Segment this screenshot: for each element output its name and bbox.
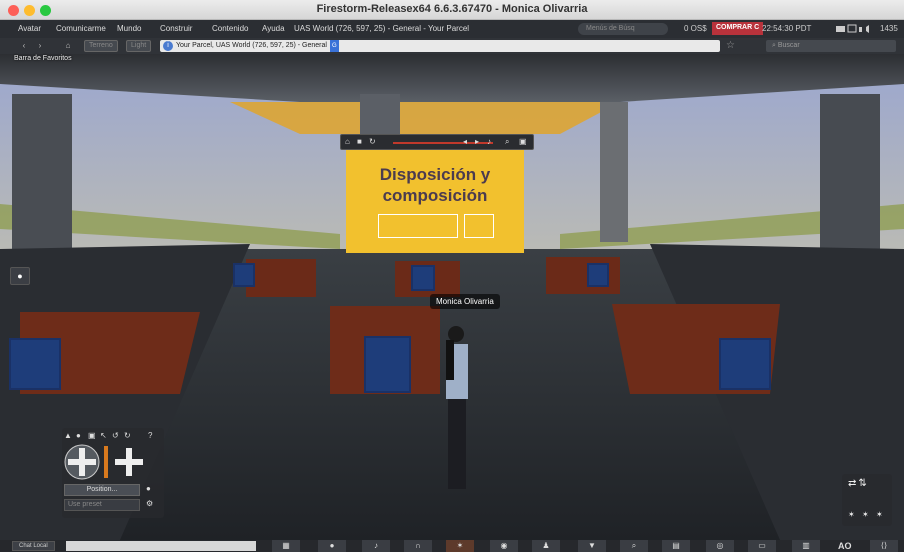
person-icon[interactable]: ● <box>76 431 81 440</box>
lights-toggle[interactable]: Light <box>126 40 152 52</box>
stop-icon[interactable]: ■ <box>357 137 362 146</box>
fly-icon[interactable]: ✶ <box>876 510 883 519</box>
play-icon[interactable]: ▸ <box>475 137 479 146</box>
avatar-name-tag: Monica Olivarria <box>430 294 500 309</box>
toolbar-search-icon[interactable]: ⌕ <box>620 540 648 552</box>
bottom-toolbar: Chat Local ▦ ● ♪ ∩ ✶ ◉ ♟ ▼ ⌕ ▤ ◎ ▭ ▥ AO … <box>0 540 904 552</box>
presentation-slide[interactable]: Disposición y composición <box>346 150 524 253</box>
viewer-window: Firestorm-Releasex64 6.6.3.67470 - Monic… <box>0 0 904 552</box>
search-placeholder: Buscar <box>777 42 800 49</box>
toolbar-radar-icon[interactable]: ◎ <box>706 540 734 552</box>
toolbar-map-icon[interactable]: ▤ <box>662 540 690 552</box>
camera-controls-panel: ▲ ● ▣ ↖ ↺ ↻ ? Position... ● Use preset ⚙ <box>62 428 164 518</box>
chat-local-button[interactable]: Chat Local <box>12 541 55 551</box>
back-icon[interactable]: ◂ <box>463 137 467 146</box>
buy-currency-button[interactable]: COMPRAR C <box>712 22 764 35</box>
fullscreen-icon[interactable]: ▣ <box>519 137 527 146</box>
reload-icon[interactable]: ↻ <box>369 137 376 146</box>
menu-comunicarme[interactable]: Comunicarme <box>56 24 106 33</box>
toolbar-inventory-icon[interactable]: ▥ <box>792 540 820 552</box>
balance-text: 0 OS$ <box>684 24 707 33</box>
menu-mundo[interactable]: Mundo <box>117 24 141 33</box>
navigation-bar: ‹ › ⌂ Terreno Light i Your Parcel, UAS W… <box>0 38 904 54</box>
toolbar-headset-icon[interactable]: ∩ <box>404 540 432 552</box>
volume-icon[interactable]: ♪ <box>487 137 491 146</box>
address-bar[interactable]: i Your Parcel, UAS World (726, 597, 25) … <box>160 40 720 52</box>
title-bar: Firestorm-Releasex64 6.6.3.67470 - Monic… <box>0 0 904 20</box>
movement-arrows-icon[interactable]: ⇄⇅ <box>848 478 869 489</box>
help-icon[interactable]: ? <box>148 431 152 440</box>
toolbar-move-icon[interactable]: ✶ <box>446 540 474 552</box>
menu-bar: Avatar Comunicarme Mundo Construir Conte… <box>0 20 904 38</box>
slide-box <box>378 214 458 238</box>
home-icon[interactable]: ⌂ <box>345 137 350 146</box>
view-mode-icon[interactable]: ▲ <box>64 431 72 440</box>
toolbar-view-icon[interactable]: ◉ <box>490 540 518 552</box>
info-icon[interactable]: i <box>163 41 173 51</box>
toolbar-voice-icon[interactable]: ♪ <box>362 540 390 552</box>
camera-joystick-icons[interactable] <box>64 442 156 482</box>
gear-icon[interactable]: ⚙ <box>146 499 153 508</box>
clock-text: 22:54:30 PDT <box>762 24 812 33</box>
slide-title: Disposición y composición <box>379 165 491 205</box>
slide-box <box>464 214 494 238</box>
camera-mode-icon[interactable]: ▣ <box>88 431 96 440</box>
toolbar-people-icon[interactable]: ♟ <box>532 540 560 552</box>
zoom-icon[interactable]: ⌕ <box>505 137 509 147</box>
location-pin-icon[interactable]: ● <box>146 484 151 493</box>
walk-icon[interactable]: ✶ <box>848 510 855 519</box>
media-controls: ⌂ ■ ↻ ◂ ▸ ♪ ⌕ ▣ <box>340 134 534 150</box>
window-title: Firestorm-Releasex64 6.6.3.67470 - Monic… <box>316 3 588 15</box>
address-text: Your Parcel, UAS World (726, 597, 25) - … <box>176 42 327 49</box>
toolbar-snapshot-icon[interactable]: ▭ <box>748 540 776 552</box>
toolbar-chat-icon[interactable]: ● <box>318 540 346 552</box>
home-icon[interactable]: ⌂ <box>62 40 74 52</box>
terrain-toggle[interactable]: Terreno <box>84 40 118 52</box>
run-icon[interactable]: ✶ <box>862 510 869 519</box>
pan-icon[interactable]: ↖ <box>100 431 107 440</box>
menu-construir[interactable]: Construir <box>160 24 192 33</box>
reset-icon[interactable]: ↻ <box>124 431 131 440</box>
favorites-bar-label[interactable]: Barra de Favoritos <box>14 55 72 62</box>
search-input[interactable]: ⌕ Buscar <box>766 40 896 52</box>
orbit-icon[interactable]: ↺ <box>112 431 119 440</box>
avatar[interactable] <box>446 326 468 489</box>
menu-ayuda[interactable]: Ayuda <box>262 24 285 33</box>
favorite-star-icon[interactable]: ☆ <box>726 40 735 51</box>
chat-input[interactable] <box>66 541 256 551</box>
position-button[interactable]: Position... <box>64 484 140 496</box>
status-icons[interactable] <box>836 24 874 34</box>
camera-preset-select[interactable]: Use preset <box>64 499 140 511</box>
menu-search-input[interactable]: Menús de Búsq <box>578 23 668 35</box>
location-text: UAS World (726, 597, 25) - General - You… <box>294 24 470 33</box>
menu-search-placeholder: Menús de Búsq <box>586 25 635 32</box>
menu-contenido[interactable]: Contenido <box>212 24 248 33</box>
back-arrow-icon[interactable]: ‹ <box>18 40 30 52</box>
location-pin-icon[interactable]: ● <box>10 267 30 285</box>
ao-button[interactable]: AO <box>838 540 852 552</box>
movement-panel: ⇄⇅ ✶ ✶ ✶ <box>842 474 892 526</box>
maturity-badge: G <box>329 40 339 52</box>
fps-text: 1435 <box>880 24 898 33</box>
toolbar-more-icon[interactable]: ⟨⟩ <box>870 540 898 552</box>
forward-arrow-icon[interactable]: › <box>34 40 46 52</box>
toolbar-appearance-icon[interactable]: ▼ <box>578 540 606 552</box>
toolbar-profile-icon[interactable]: ▦ <box>272 540 300 552</box>
menu-avatar[interactable]: Avatar <box>18 24 41 33</box>
